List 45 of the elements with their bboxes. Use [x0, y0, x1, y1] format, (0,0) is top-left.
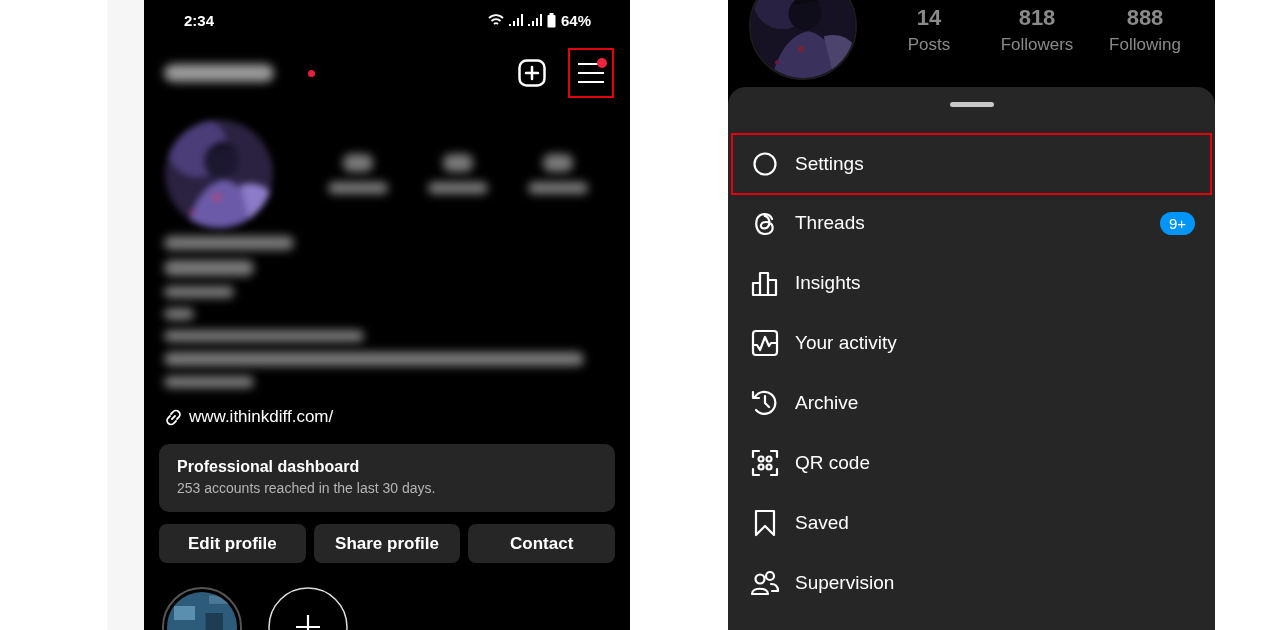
blurred-text [164, 286, 234, 298]
menu-item[interactable]: QR code [731, 433, 1212, 493]
menu-item[interactable]: Threads 9+ [731, 193, 1212, 253]
menu-item[interactable]: Supervision [731, 553, 1212, 613]
menu-item[interactable]: Insights [731, 253, 1212, 313]
signal-icon [527, 13, 542, 27]
profile-action-button[interactable]: Share profile [313, 524, 461, 563]
battery-icon [546, 12, 556, 28]
blurred-text [543, 154, 573, 172]
link-icon [164, 407, 183, 427]
qr-code-icon [750, 448, 780, 478]
profile-action-button[interactable]: Edit profile [159, 524, 306, 563]
stat-count: 818 [1018, 5, 1056, 31]
card-subtitle: 253 accounts reached in the last 30 days. [177, 480, 437, 496]
clock-time: 2:34 [184, 11, 215, 29]
blurred-text [528, 182, 588, 194]
stat-label: Following [1109, 35, 1181, 55]
count-badge: 9+ [1159, 211, 1195, 235]
signal-icon [508, 13, 523, 27]
stat-label: Posts [907, 35, 951, 55]
blurred-text [164, 308, 194, 320]
wifi-icon [487, 13, 504, 27]
people-icon [750, 568, 780, 598]
stat-count: 14 [916, 5, 942, 31]
menu-icon [577, 61, 605, 85]
battery-percentage: 64% [560, 11, 591, 29]
menu-item[interactable]: Archive [731, 373, 1212, 433]
card-title: Professional dashboard [177, 458, 361, 476]
menu-item[interactable]: Your activity [731, 313, 1212, 373]
stat-count: 888 [1126, 5, 1164, 31]
stat-label: Followers [1000, 35, 1074, 55]
blurred-text [328, 182, 388, 194]
add-icon[interactable] [518, 59, 546, 87]
settings-icon [750, 149, 780, 179]
activity-icon [750, 328, 780, 358]
drag-handle[interactable] [950, 102, 994, 107]
profile-action-button[interactable]: Contact [468, 524, 615, 563]
professional-dashboard-card[interactable]: Professional dashboard 253 accounts reached in the last 30 days. [159, 444, 615, 512]
menu-item[interactable]: Settings [731, 133, 1212, 195]
website-link[interactable]: www.ithinkdiff.com/ [189, 407, 334, 427]
blurred-text [428, 182, 488, 194]
menu-item[interactable]: Saved [731, 493, 1212, 553]
blurred-text [443, 154, 473, 172]
blurred-text [343, 154, 373, 172]
menu-button[interactable] [568, 48, 614, 98]
